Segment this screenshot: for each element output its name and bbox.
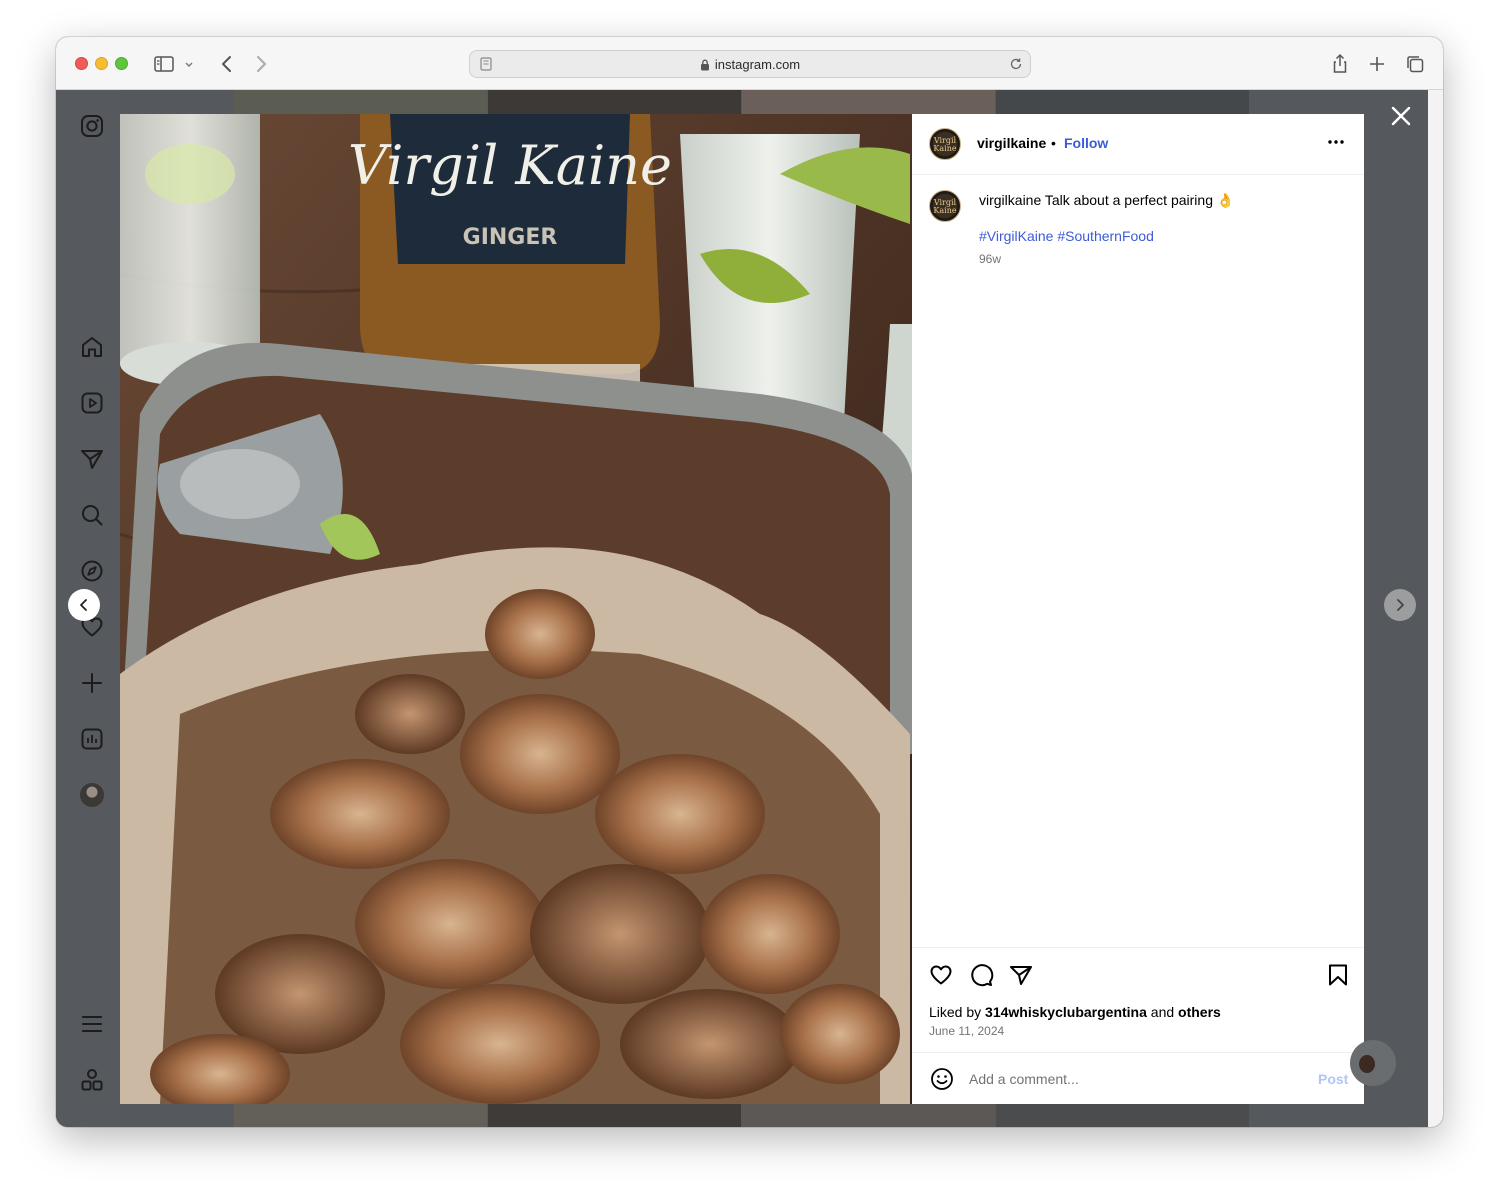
bottle-label-text: Virgil Kaine [348,134,672,197]
avatar-logo-text: Virgil Kaine [933,198,957,215]
hashtags: #VirgilKaine #SouthernFood [979,228,1154,244]
create-plus-icon[interactable] [79,670,105,696]
url-display: instagram.com [470,57,1030,74]
hashtag-link[interactable]: #VirgilKaine [979,228,1053,244]
post-header: Virgil Kaine virgilkaine • Follow [912,114,1364,175]
author-username[interactable]: virgilkaine [977,135,1046,151]
search-icon[interactable] [79,502,105,528]
hashtag-link[interactable]: #SouthernFood [1057,228,1154,244]
close-icon[interactable] [1389,104,1413,128]
grid-tile [742,1104,995,1127]
comment-input[interactable] [969,1067,1299,1091]
lock-icon [700,59,710,74]
comment-icon[interactable] [968,962,994,988]
caption-avatar[interactable]: Virgil Kaine [929,190,961,222]
more-menu-icon[interactable] [79,1011,105,1037]
chevron-left-icon [80,599,87,611]
grid-tile [488,90,741,114]
follow-button[interactable]: Follow [1064,135,1108,151]
share-send-icon[interactable] [1008,962,1034,988]
home-icon[interactable] [79,334,105,360]
post-age: 96w [979,252,1002,266]
browser-toolbar: instagram.com [56,37,1443,90]
minimize-window-button[interactable] [95,57,108,70]
chevron-right-icon [1397,599,1404,611]
author-avatar[interactable]: Virgil Kaine [929,128,961,160]
post-details-panel: Virgil Kaine virgilkaine • Follow Virgil… [912,114,1364,1104]
post-actions: Liked by 314whiskyclubargentina and othe… [912,947,1364,1052]
previous-post-button[interactable] [68,589,100,621]
new-tab-icon[interactable] [1364,51,1390,77]
grid-tile [996,90,1249,114]
address-bar[interactable]: instagram.com [469,50,1031,78]
tab-overview-icon[interactable] [1402,51,1428,77]
dashboard-icon[interactable] [79,726,105,752]
liked-by-text: Liked by 314whiskyclubargentina and othe… [929,1004,1221,1020]
like-heart-icon[interactable] [928,962,954,988]
header-separator: • [1051,135,1056,151]
instagram-logo-icon[interactable] [79,113,105,139]
liked-by-and: and [1150,1004,1175,1020]
post-photo: Virgil Kaine GINGER [120,114,912,1104]
caption-text: Talk about a perfect pairing 👌 [1044,192,1235,208]
share-icon[interactable] [1327,51,1353,77]
grid-tile [234,90,487,114]
liked-by-user-link[interactable]: 314whiskyclubargentina [985,1004,1147,1020]
reload-icon[interactable] [1008,56,1024,72]
next-post-button[interactable] [1384,589,1416,621]
forward-icon[interactable] [248,51,274,77]
profile-avatar[interactable] [80,783,104,807]
url-text: instagram.com [714,57,801,72]
post-date: June 11, 2024 [929,1024,1005,1038]
liked-by-others-link[interactable]: others [1178,1004,1221,1020]
more-options-icon[interactable] [1326,132,1346,152]
bottle-sublabel-text: GINGER [463,225,558,250]
emoji-icon[interactable] [929,1066,955,1092]
back-icon[interactable] [214,51,240,77]
post-caption: virgilkaine Talk about a perfect pairing… [979,192,1349,209]
post-comment-button[interactable]: Post [1318,1071,1348,1087]
page-scrollbar[interactable] [1428,90,1443,1127]
avatar-logo-text: Virgil Kaine [933,136,957,153]
grid-tile [488,1104,741,1127]
reels-icon[interactable] [79,390,105,416]
sidebar-toggle-icon[interactable] [151,51,177,77]
grid-tile [996,1104,1249,1127]
instagram-page: Virgil Kaine GINGER Virgil Kaine virgilk… [56,90,1428,1127]
also-from-meta-icon[interactable] [79,1067,105,1093]
caption-username[interactable]: virgilkaine [979,192,1041,208]
browser-window: instagram.com Virgil Kaine GINGER Virgil… [56,37,1443,1127]
explore-icon[interactable] [79,558,105,584]
chevron-down-icon[interactable] [180,51,198,77]
grid-tile [234,1104,487,1127]
close-window-button[interactable] [75,57,88,70]
save-bookmark-icon[interactable] [1325,962,1351,988]
comment-bar: Post [912,1052,1364,1104]
zoom-window-button[interactable] [115,57,128,70]
messages-bubble-avatar [1359,1055,1375,1073]
grid-tile [742,90,995,114]
messages-icon[interactable] [79,446,105,472]
liked-by-prefix: Liked by [929,1004,982,1020]
